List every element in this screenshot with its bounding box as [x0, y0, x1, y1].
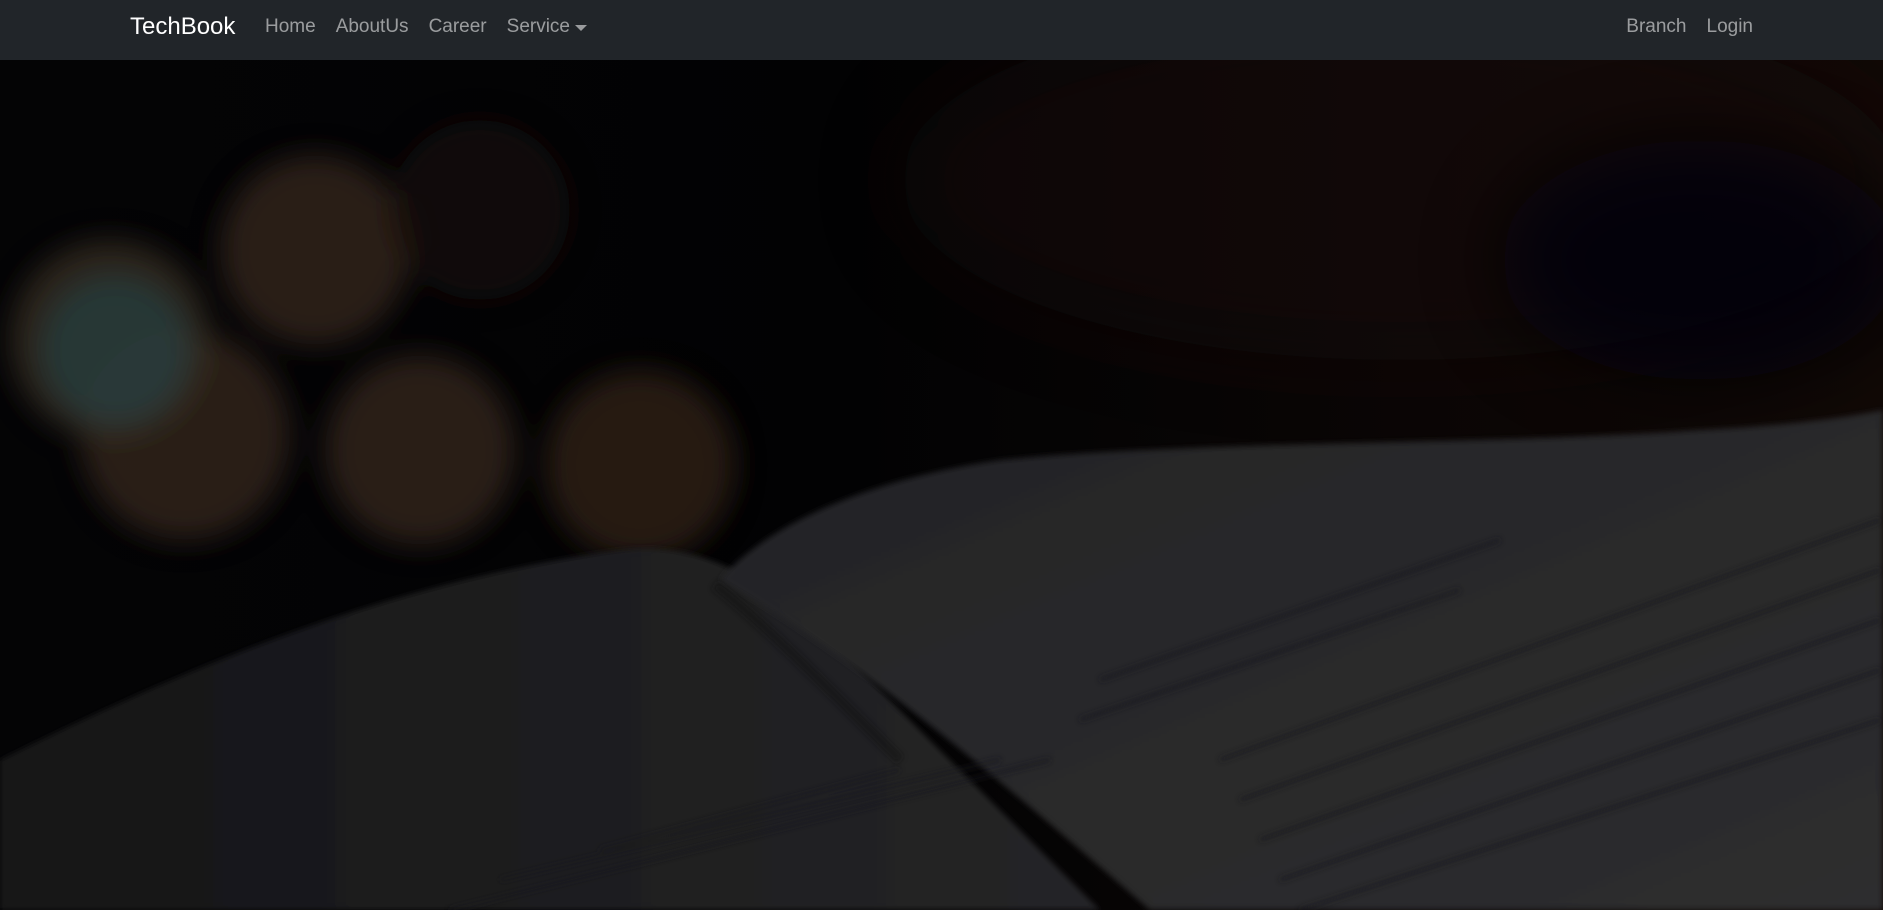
- nav-left: Home AboutUs Career Service: [265, 14, 597, 40]
- nav-service-label: Service: [506, 16, 570, 37]
- nav-service-dropdown[interactable]: Service: [497, 14, 597, 40]
- nav-aboutus-link[interactable]: AboutUs: [326, 14, 419, 40]
- nav-login-link[interactable]: Login: [1697, 14, 1754, 40]
- top-navbar: TechBook Home AboutUs Career Service Bra…: [0, 0, 1883, 60]
- caret-down-icon: [575, 25, 587, 31]
- nav-home-link[interactable]: Home: [265, 14, 326, 40]
- hero-background-image: [0, 60, 1883, 910]
- nav-right: Branch Login: [1616, 14, 1753, 40]
- hero-banner: [0, 60, 1883, 910]
- nav-branch-link[interactable]: Branch: [1616, 14, 1696, 40]
- brand-logo[interactable]: TechBook: [130, 12, 235, 42]
- nav-career-link[interactable]: Career: [419, 14, 497, 40]
